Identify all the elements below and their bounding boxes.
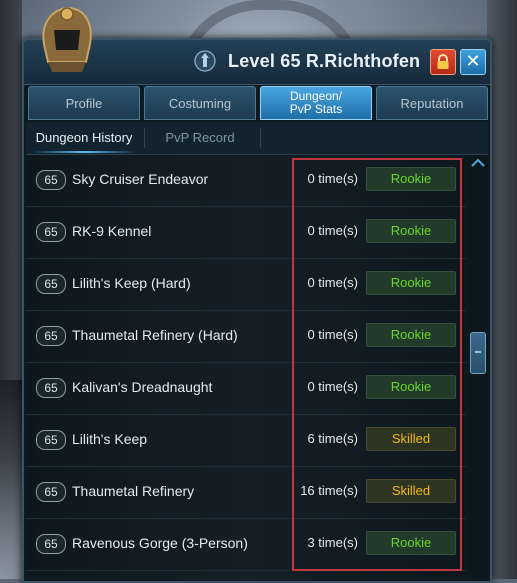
tab-reputation[interactable]: Reputation — [376, 86, 488, 120]
dungeon-name: Ravenous Gorge (3-Person) — [72, 535, 248, 551]
level-badge: 65 — [36, 430, 66, 450]
tab-label: Reputation — [400, 95, 464, 111]
helmet-icon — [42, 6, 92, 72]
subtab-divider — [260, 128, 261, 148]
dungeon-name: Sky Cruiser Endeavor — [72, 171, 209, 187]
subtab-label: PvP Record — [165, 129, 235, 145]
dungeon-name: Kalivan's Dreadnaught — [72, 379, 213, 395]
tab-costuming[interactable]: Costuming — [144, 86, 256, 120]
window-title: Level 65 R.Richthofen — [228, 51, 421, 71]
tab-label: Costuming — [168, 95, 232, 111]
tab-label: Profile — [65, 95, 103, 111]
lock-icon — [437, 54, 449, 69]
scrollbar[interactable] — [468, 156, 488, 581]
level-badge: 65 — [36, 170, 66, 190]
dungeon-name: Thaumetal Refinery — [72, 483, 195, 499]
subtab-pvp-record[interactable]: PvP Record — [150, 122, 250, 152]
highlight-box — [292, 158, 462, 571]
level-badge: 65 — [36, 378, 66, 398]
grip-icon — [475, 351, 481, 353]
tab-profile[interactable]: Profile — [28, 86, 140, 120]
guild-emblem-icon — [194, 50, 216, 72]
subtab-dungeon-history[interactable]: Dungeon History — [28, 122, 140, 153]
scroll-up-button[interactable] — [470, 156, 486, 170]
tab-bar: Profile Costuming Dungeon/ PvP Stats Rep… — [28, 86, 488, 120]
level-badge: 65 — [36, 482, 66, 502]
dungeon-name: Lilith's Keep — [72, 431, 148, 447]
level-badge: 65 — [36, 326, 66, 346]
close-icon: ✕ — [465, 51, 481, 72]
subtab-divider — [144, 128, 145, 148]
scroll-thumb[interactable] — [470, 332, 486, 374]
level-badge: 65 — [36, 534, 66, 554]
subtab-label: Dungeon History — [35, 129, 133, 145]
dungeon-name: Thaumetal Refinery (Hard) — [72, 327, 238, 343]
level-badge: 65 — [36, 274, 66, 294]
dungeon-name: RK-9 Kennel — [72, 223, 152, 239]
dungeon-name: Lilith's Keep (Hard) — [72, 275, 191, 291]
chevron-up-icon — [471, 158, 485, 167]
close-button[interactable]: ✕ — [460, 49, 486, 75]
tab-label: Dungeon/ PvP Stats — [289, 89, 343, 116]
level-badge: 65 — [36, 222, 66, 242]
subtab-bar: Dungeon History PvP Record — [26, 122, 488, 155]
lock-button[interactable] — [430, 49, 456, 75]
tab-dungeon-pvp-stats[interactable]: Dungeon/ PvP Stats — [260, 86, 372, 120]
